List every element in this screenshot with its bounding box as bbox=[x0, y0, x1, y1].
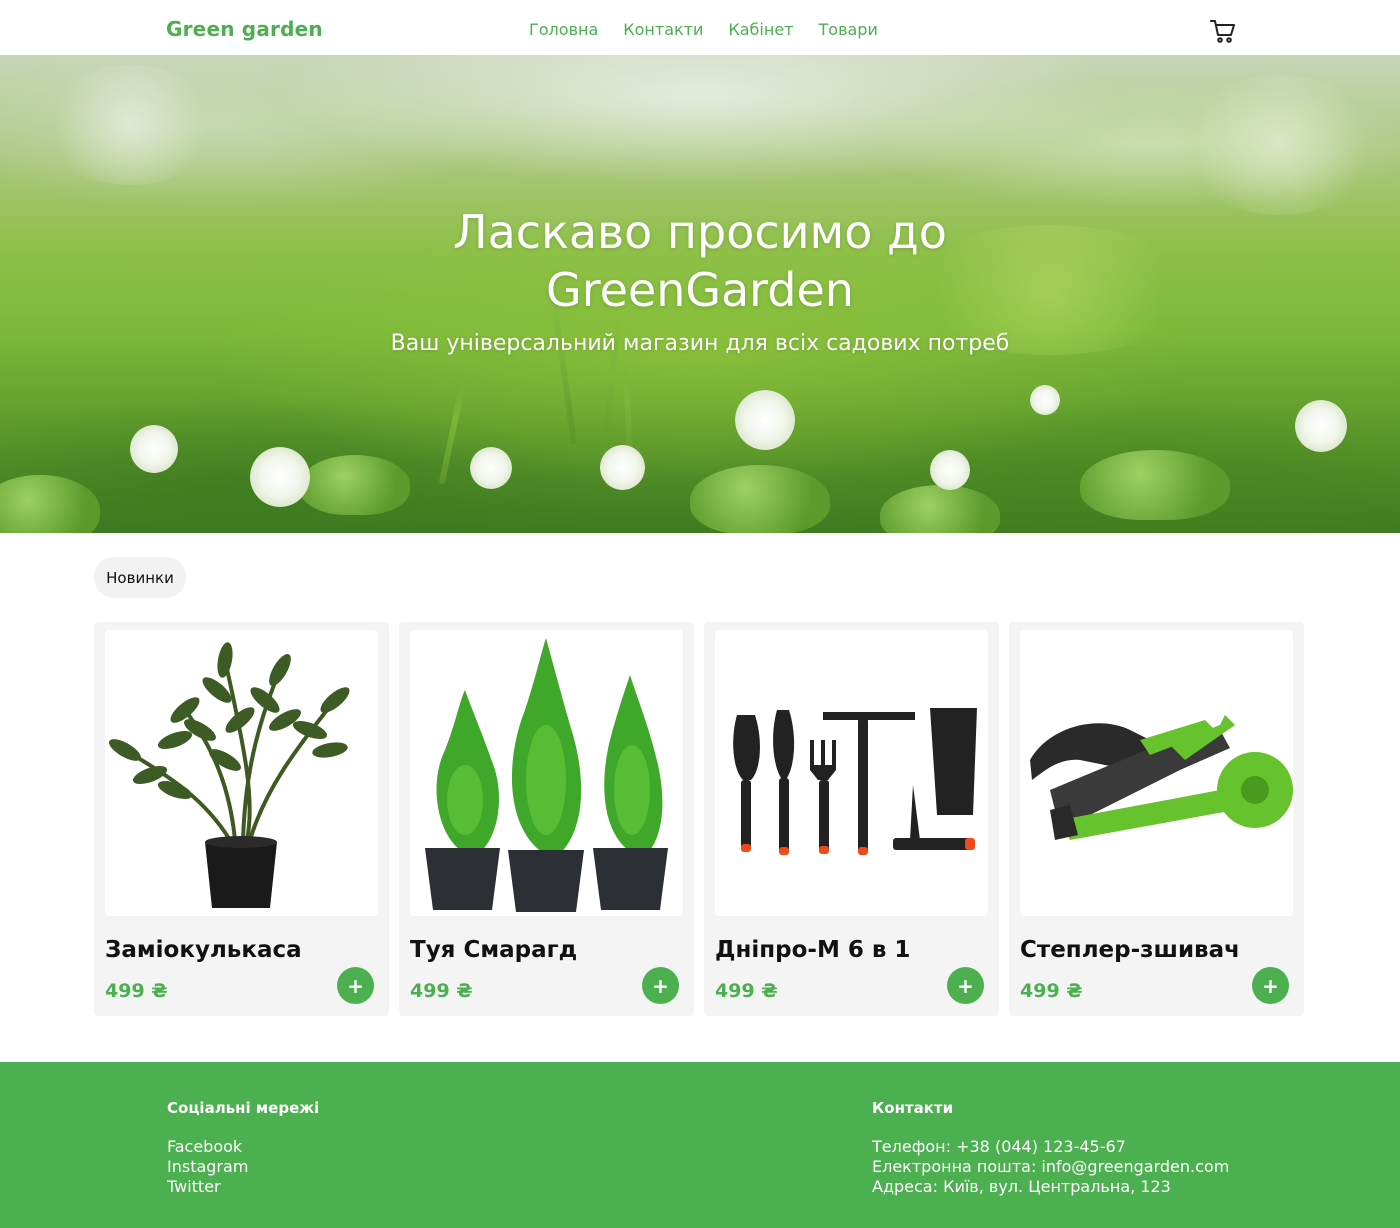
footer-phone: Телефон: +38 (044) 123-45-67 bbox=[872, 1137, 1126, 1156]
product-price: 499 ₴ bbox=[105, 980, 168, 1002]
logo[interactable]: Green garden bbox=[166, 17, 323, 41]
nav-cabinet[interactable]: Кабінет bbox=[728, 20, 793, 39]
product-image-tape-stapler[interactable] bbox=[1020, 630, 1293, 916]
cart-icon[interactable] bbox=[1209, 17, 1237, 45]
product-title[interactable]: Туя Смарагд bbox=[410, 937, 577, 963]
main-nav: Головна Контакти Кабінет Товари bbox=[529, 20, 878, 39]
product-title[interactable]: Степлер-зшивач bbox=[1020, 937, 1240, 963]
product-title[interactable]: Заміокулькаса bbox=[105, 937, 302, 963]
hero-title: Ласкаво просимо до GreenGarden bbox=[350, 203, 1050, 319]
product-grid: Заміокулькаса 499 ₴ + Туя Смарагд 499 ₴ … bbox=[94, 622, 1304, 1016]
footer-contacts-title: Контакти bbox=[872, 1099, 954, 1117]
product-card[interactable]: Туя Смарагд 499 ₴ + bbox=[399, 622, 694, 1016]
add-to-cart-button[interactable]: + bbox=[1252, 967, 1289, 1004]
footer-address: Адреса: Київ, вул. Центральна, 123 bbox=[872, 1177, 1171, 1196]
product-title[interactable]: Дніпро-М 6 в 1 bbox=[715, 937, 910, 963]
product-card[interactable]: Заміокулькаса 499 ₴ + bbox=[94, 622, 389, 1016]
hero-title-line2: GreenGarden bbox=[546, 263, 854, 317]
new-arrivals-tag[interactable]: Новинки bbox=[94, 557, 186, 598]
add-to-cart-button[interactable]: + bbox=[337, 967, 374, 1004]
product-price: 499 ₴ bbox=[410, 980, 473, 1002]
footer-contacts: Контакти Телефон: +38 (044) 123-45-67 Ел… bbox=[872, 1099, 1229, 1197]
footer-social: Соціальні мережі Facebook Instagram Twit… bbox=[167, 1099, 319, 1197]
add-to-cart-button[interactable]: + bbox=[947, 967, 984, 1004]
product-card[interactable]: Степлер-зшивач 499 ₴ + bbox=[1009, 622, 1304, 1016]
product-image-thuja[interactable] bbox=[410, 630, 683, 916]
footer-email: Електронна пошта: info@greengarden.com bbox=[872, 1157, 1230, 1176]
nav-home[interactable]: Головна bbox=[529, 20, 598, 39]
nav-contacts[interactable]: Контакти bbox=[623, 20, 703, 39]
product-price: 499 ₴ bbox=[715, 980, 778, 1002]
site-footer: Соціальні мережі Facebook Instagram Twit… bbox=[0, 1062, 1400, 1228]
product-image-zamioculcas[interactable] bbox=[105, 630, 378, 916]
hero-banner: Ласкаво просимо до GreenGarden Ваш уніве… bbox=[0, 55, 1400, 533]
twitter-link[interactable]: Twitter bbox=[167, 1177, 319, 1197]
hero-subtitle: Ваш універсальний магазин для всіх садов… bbox=[390, 331, 1010, 356]
footer-social-title: Соціальні мережі bbox=[167, 1099, 320, 1117]
product-price: 499 ₴ bbox=[1020, 980, 1083, 1002]
site-header: Green garden Головна Контакти Кабінет То… bbox=[0, 0, 1400, 55]
product-card[interactable]: Дніпро-М 6 в 1 499 ₴ + bbox=[704, 622, 999, 1016]
instagram-link[interactable]: Instagram bbox=[167, 1157, 319, 1177]
facebook-link[interactable]: Facebook bbox=[167, 1137, 319, 1157]
add-to-cart-button[interactable]: + bbox=[642, 967, 679, 1004]
product-image-garden-tools[interactable] bbox=[715, 630, 988, 916]
hero-title-line1: Ласкаво просимо до bbox=[453, 205, 947, 259]
nav-products[interactable]: Товари bbox=[819, 20, 878, 39]
